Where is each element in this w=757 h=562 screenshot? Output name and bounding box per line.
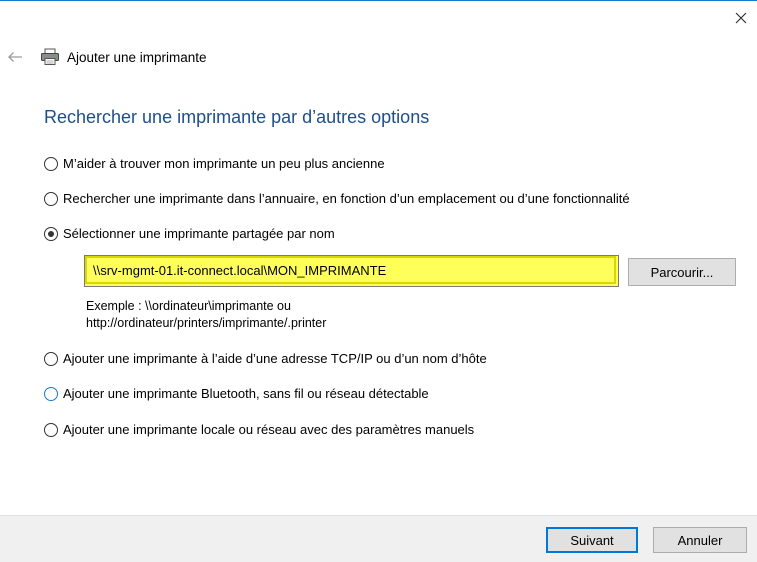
option-tcpip[interactable]: Ajouter une imprimante à l’aide d’une ad… <box>44 351 487 366</box>
wizard-title: Ajouter une imprimante <box>67 49 207 65</box>
radio-tcpip[interactable] <box>44 351 58 366</box>
back-arrow-icon <box>8 52 22 62</box>
browse-button[interactable]: Parcourir... <box>628 258 736 286</box>
option-directory-search[interactable]: Rechercher une imprimante dans l’annuair… <box>44 191 630 206</box>
window-top-border <box>0 0 757 1</box>
option-older-printer-label: M’aider à trouver mon imprimante un peu … <box>63 156 385 171</box>
option-shared-by-name-label: Sélectionner une imprimante partagée par… <box>63 226 335 241</box>
option-shared-by-name[interactable]: Sélectionner une imprimante partagée par… <box>44 226 335 241</box>
example-line-1: Exemple : \\ordinateur\imprimante ou <box>86 299 291 313</box>
cancel-button[interactable]: Annuler <box>653 527 747 553</box>
close-button[interactable] <box>728 6 754 30</box>
close-icon <box>735 12 747 24</box>
next-button[interactable]: Suivant <box>546 527 638 553</box>
option-tcpip-label: Ajouter une imprimante à l’aide d’une ad… <box>63 351 487 366</box>
option-older-printer[interactable]: M’aider à trouver mon imprimante un peu … <box>44 156 385 171</box>
option-local-manual-label: Ajouter une imprimante locale ou réseau … <box>63 422 475 437</box>
example-line-2: http://ordinateur/printers/imprimante/.p… <box>86 316 327 330</box>
page-heading: Rechercher une imprimante par d’autres o… <box>44 107 430 127</box>
option-bluetooth-wireless-label: Ajouter une imprimante Bluetooth, sans f… <box>63 386 429 401</box>
radio-directory-search[interactable] <box>44 191 58 206</box>
back-button[interactable] <box>4 46 26 68</box>
example-hint: Exemple : \\ordinateur\imprimante ou htt… <box>86 298 326 332</box>
shared-printer-path-input[interactable] <box>85 256 616 284</box>
radio-bluetooth-wireless[interactable] <box>44 386 58 401</box>
radio-local-manual[interactable] <box>44 422 58 437</box>
radio-shared-by-name[interactable] <box>44 226 58 241</box>
option-bluetooth-wireless[interactable]: Ajouter une imprimante Bluetooth, sans f… <box>44 386 429 401</box>
printer-icon <box>40 48 60 66</box>
wizard-title-bar: Ajouter une imprimante <box>40 46 207 68</box>
wizard-footer <box>0 515 757 562</box>
radio-older-printer[interactable] <box>44 156 58 171</box>
option-local-manual[interactable]: Ajouter une imprimante locale ou réseau … <box>44 422 474 437</box>
option-directory-search-label: Rechercher une imprimante dans l’annuair… <box>63 191 630 206</box>
